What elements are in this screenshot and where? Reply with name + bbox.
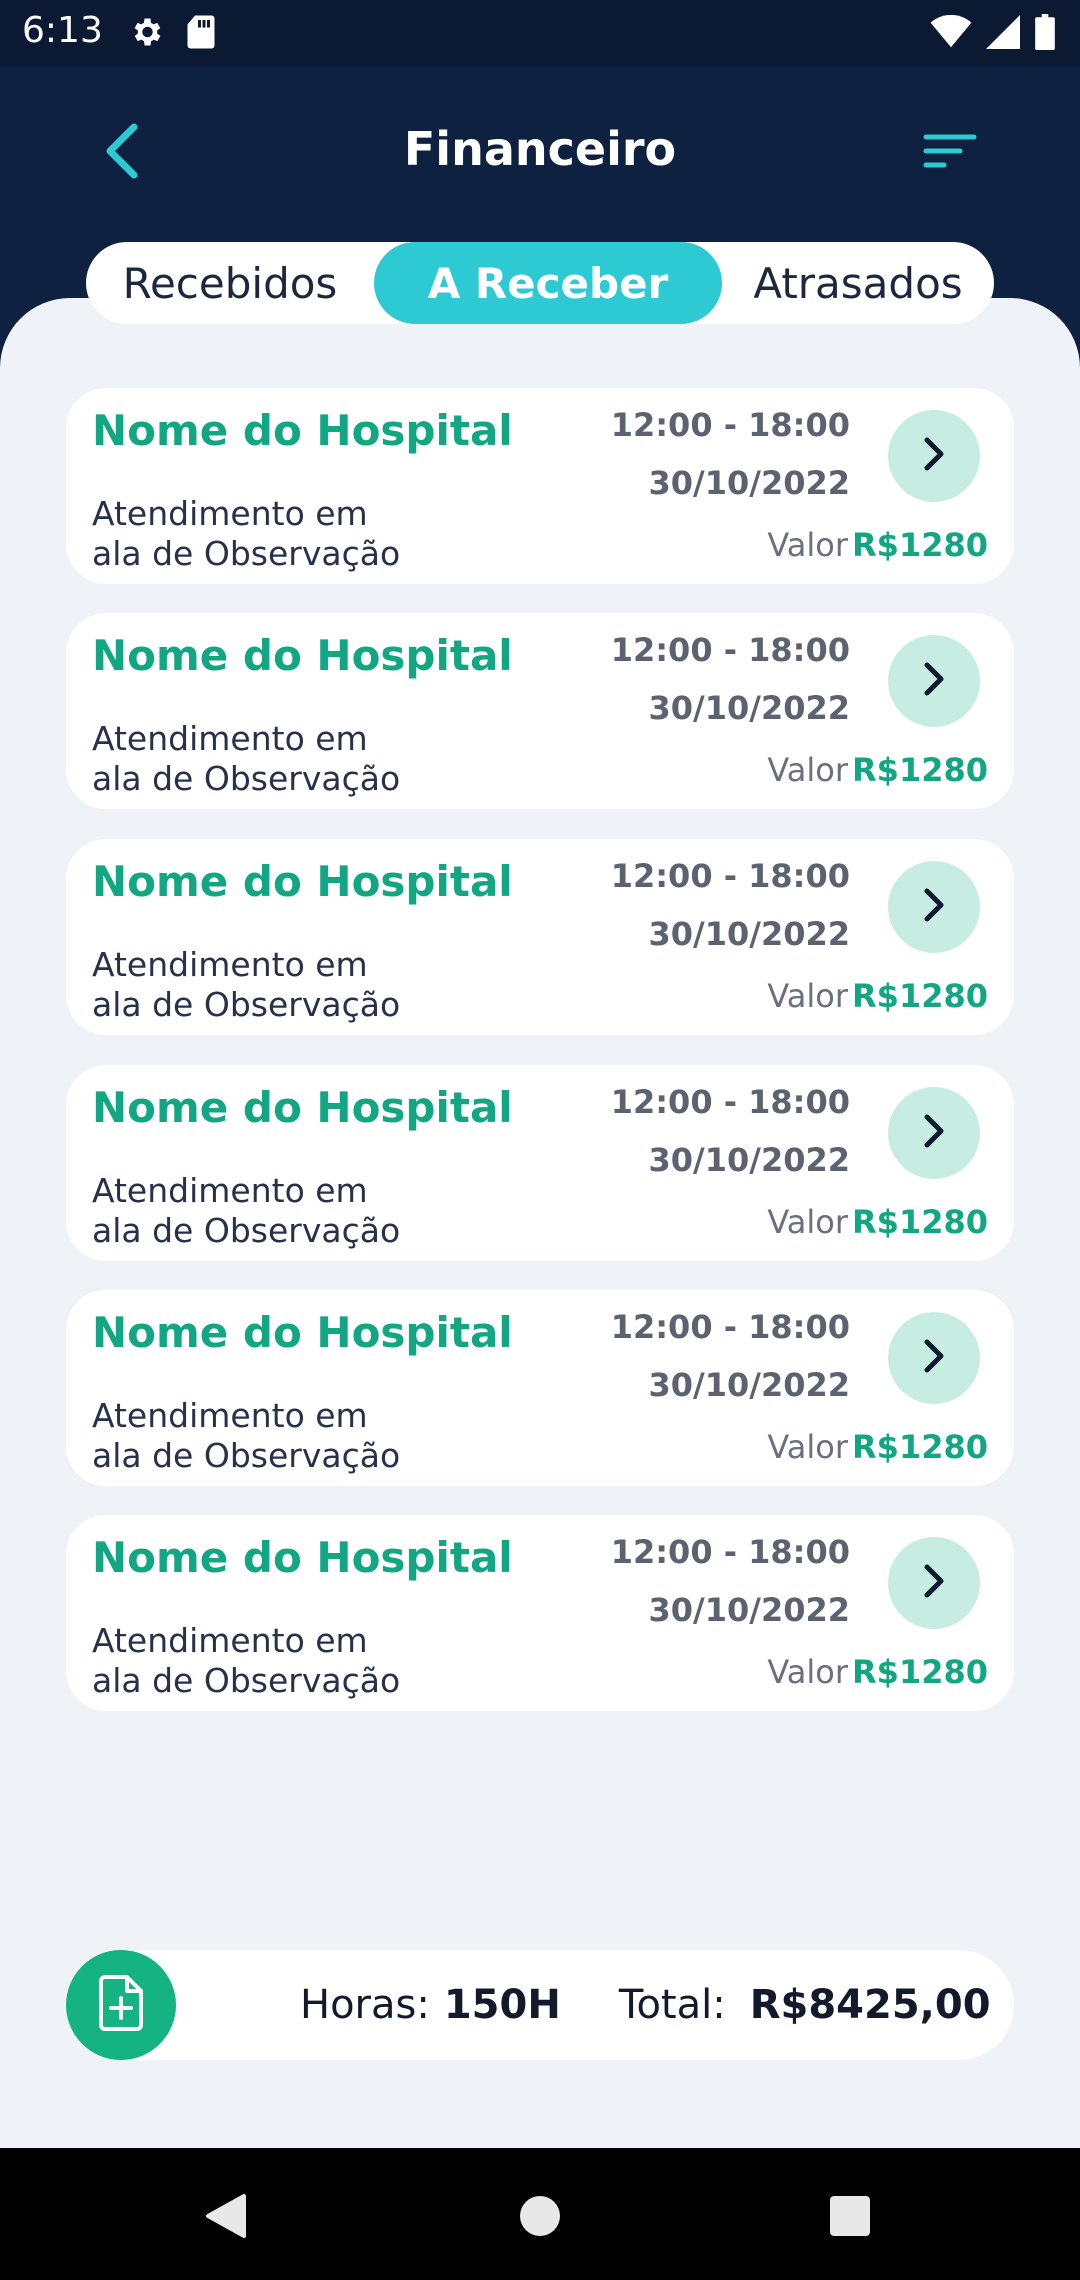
- shift-date: 30/10/2022: [648, 689, 851, 727]
- description-line-2: ala de Observação: [92, 1211, 401, 1250]
- shift-date: 30/10/2022: [648, 1141, 851, 1179]
- triangle-back-icon: [204, 2192, 248, 2244]
- sd-card-icon: [186, 14, 216, 54]
- shift-time: 12:00 - 18:00: [610, 1083, 850, 1121]
- chevron-right-icon: [919, 1336, 949, 1380]
- description-line-1: Atendimento em: [92, 1621, 368, 1660]
- payment-card[interactable]: Nome do Hospital Atendimento em ala de O…: [66, 613, 1014, 809]
- shift-time: 12:00 - 18:00: [610, 1533, 850, 1571]
- hospital-name: Nome do Hospital: [92, 857, 513, 906]
- service-description: Atendimento em ala de Observação: [92, 494, 400, 574]
- description-line-1: Atendimento em: [92, 1396, 368, 1435]
- chevron-right-icon: [919, 885, 949, 929]
- page-title: Financeiro: [403, 122, 677, 176]
- circle-home-icon: [518, 2194, 562, 2242]
- filter-button[interactable]: [920, 128, 980, 178]
- chevron-right-icon: [919, 659, 949, 703]
- sort-lines-icon: [923, 131, 977, 175]
- open-detail-button[interactable]: [888, 635, 980, 727]
- description-line-2: ala de Observação: [92, 1436, 401, 1475]
- payment-card[interactable]: Nome do Hospital Atendimento em ala de O…: [66, 1065, 1014, 1261]
- status-icons-left: [128, 14, 216, 54]
- description-line-1: Atendimento em: [92, 1171, 368, 1210]
- total-label: Total:: [618, 1982, 726, 2028]
- description-line-1: Atendimento em: [92, 945, 368, 984]
- tab-recebidos[interactable]: Recebidos: [86, 242, 374, 324]
- horas-label: Horas:: [300, 1982, 430, 2028]
- service-description: Atendimento em ala de Observação: [92, 945, 400, 1025]
- service-description: Atendimento em ala de Observação: [92, 1621, 400, 1701]
- horas-value: 150H: [443, 1982, 561, 2028]
- shift-time: 12:00 - 18:00: [610, 1308, 850, 1346]
- open-detail-button[interactable]: [888, 410, 980, 502]
- valor-label: Valor: [767, 1203, 848, 1241]
- shift-date: 30/10/2022: [648, 464, 851, 502]
- status-bar: 6:13: [0, 0, 1080, 66]
- shift-time: 12:00 - 18:00: [610, 857, 850, 895]
- summary-bar: Horas: 150H Total: R$8425,00: [66, 1950, 1014, 2060]
- settings-icon: [128, 14, 164, 54]
- shift-time: 12:00 - 18:00: [610, 631, 850, 669]
- shift-date: 30/10/2022: [648, 915, 851, 953]
- square-recents-icon: [828, 2194, 872, 2242]
- valor-label: Valor: [767, 1653, 848, 1691]
- valor-label: Valor: [767, 977, 848, 1015]
- tab-atrasados[interactable]: Atrasados: [722, 242, 994, 324]
- chevron-right-icon: [919, 1111, 949, 1155]
- chevron-right-icon: [919, 1561, 949, 1605]
- shift-date: 30/10/2022: [648, 1366, 851, 1404]
- description-line-2: ala de Observação: [92, 759, 401, 798]
- payment-card[interactable]: Nome do Hospital Atendimento em ala de O…: [66, 1290, 1014, 1486]
- add-document-icon: [95, 1974, 147, 2036]
- valor-amount: R$1280: [852, 1203, 988, 1241]
- signal-icon: [986, 15, 1020, 53]
- service-description: Atendimento em ala de Observação: [92, 1396, 400, 1476]
- shift-time: 12:00 - 18:00: [610, 406, 850, 444]
- wifi-icon: [930, 14, 972, 53]
- valor-label: Valor: [767, 751, 848, 789]
- open-detail-button[interactable]: [888, 861, 980, 953]
- hospital-name: Nome do Hospital: [92, 1533, 513, 1582]
- total-value: R$8425,00: [749, 1982, 991, 2028]
- valor-amount: R$1280: [852, 1653, 988, 1691]
- chevron-right-icon: [919, 434, 949, 478]
- valor-amount: R$1280: [852, 977, 988, 1015]
- status-icons-right: [930, 14, 1056, 54]
- battery-icon: [1034, 14, 1056, 54]
- tab-a-receber[interactable]: A Receber: [374, 242, 722, 324]
- valor-label: Valor: [767, 1428, 848, 1466]
- payment-card[interactable]: Nome do Hospital Atendimento em ala de O…: [66, 388, 1014, 584]
- export-report-button[interactable]: [66, 1950, 176, 2060]
- hospital-name: Nome do Hospital: [92, 1083, 513, 1132]
- hospital-name: Nome do Hospital: [92, 631, 513, 680]
- valor-amount: R$1280: [852, 526, 988, 564]
- description-line-2: ala de Observação: [92, 985, 401, 1024]
- open-detail-button[interactable]: [888, 1087, 980, 1179]
- shift-date: 30/10/2022: [648, 1591, 851, 1629]
- tab-bar: Recebidos A Receber Atrasados: [86, 242, 994, 324]
- description-line-2: ala de Observação: [92, 1661, 401, 1700]
- description-line-2: ala de Observação: [92, 534, 401, 573]
- hospital-name: Nome do Hospital: [92, 1308, 513, 1357]
- system-nav-bar: [0, 2148, 1080, 2280]
- service-description: Atendimento em ala de Observação: [92, 1171, 400, 1251]
- valor-label: Valor: [767, 526, 848, 564]
- description-line-1: Atendimento em: [92, 719, 368, 758]
- summary-totals: Horas: 150H Total: R$8425,00: [300, 1950, 991, 2060]
- valor-amount: R$1280: [852, 751, 988, 789]
- description-line-1: Atendimento em: [92, 494, 368, 533]
- status-time: 6:13: [22, 10, 103, 51]
- service-description: Atendimento em ala de Observação: [92, 719, 400, 799]
- payment-card[interactable]: Nome do Hospital Atendimento em ala de O…: [66, 1515, 1014, 1711]
- valor-amount: R$1280: [852, 1428, 988, 1466]
- nav-recents-button[interactable]: [820, 2188, 880, 2248]
- nav-home-button[interactable]: [510, 2188, 570, 2248]
- nav-back-button[interactable]: [196, 2188, 256, 2248]
- hospital-name: Nome do Hospital: [92, 406, 513, 455]
- open-detail-button[interactable]: [888, 1312, 980, 1404]
- open-detail-button[interactable]: [888, 1537, 980, 1629]
- payment-card[interactable]: Nome do Hospital Atendimento em ala de O…: [66, 839, 1014, 1035]
